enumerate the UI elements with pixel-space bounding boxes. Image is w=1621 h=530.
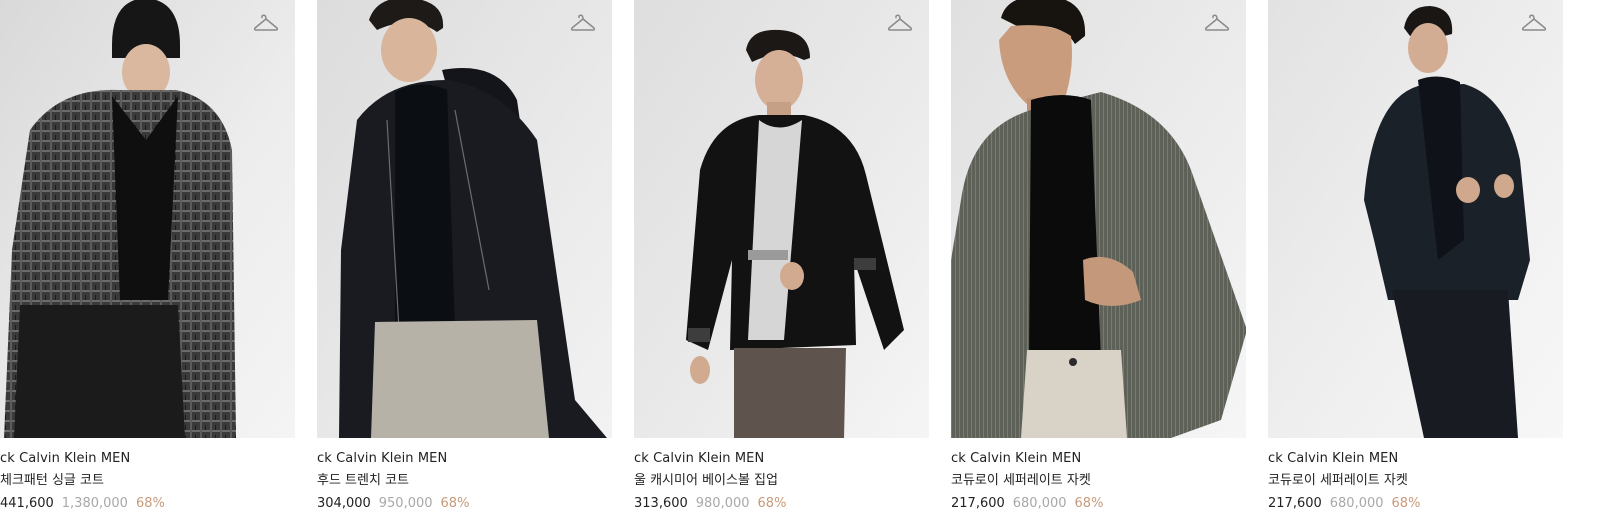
hanger-icon[interactable] xyxy=(887,12,913,34)
product-price-row: 217,600 680,000 68% xyxy=(1268,496,1420,512)
original-price: 680,000 xyxy=(1012,496,1067,511)
product-photo xyxy=(634,0,929,438)
product-price-row: 441,600 1,380,000 68% xyxy=(0,496,165,512)
product-name[interactable]: 후드 트렌치 코트 xyxy=(317,473,409,489)
original-price: 680,000 xyxy=(1329,496,1384,511)
sale-price: 304,000 xyxy=(317,496,371,511)
product-photo xyxy=(951,0,1246,438)
original-price: 980,000 xyxy=(695,496,750,511)
product-card[interactable]: ck Calvin Klein MEN 후드 트렌치 코트 304,000 950… xyxy=(317,0,612,530)
sale-price: 217,600 xyxy=(951,496,1005,511)
hanger-icon[interactable] xyxy=(570,12,596,34)
product-brand[interactable]: ck Calvin Klein MEN xyxy=(1268,451,1398,467)
product-name[interactable]: 체크패턴 싱글 코트 xyxy=(0,473,104,489)
product-image[interactable] xyxy=(951,0,1246,438)
product-brand[interactable]: ck Calvin Klein MEN xyxy=(317,451,447,467)
discount-rate: 68% xyxy=(1074,496,1104,511)
product-card[interactable]: ck Calvin Klein MEN 코듀로이 세퍼레이트 자켓 217,60… xyxy=(951,0,1246,530)
sale-price: 441,600 xyxy=(0,496,54,511)
product-card[interactable]: ck Calvin Klein MEN 울 캐시미어 베이스볼 집업 313,6… xyxy=(634,0,929,530)
product-brand[interactable]: ck Calvin Klein MEN xyxy=(951,451,1081,467)
product-brand[interactable]: ck Calvin Klein MEN xyxy=(0,451,130,467)
sale-price: 217,600 xyxy=(1268,496,1322,511)
hanger-icon[interactable] xyxy=(253,12,279,34)
discount-rate: 68% xyxy=(135,496,165,511)
sale-price: 313,600 xyxy=(634,496,688,511)
hanger-icon[interactable] xyxy=(1204,12,1230,34)
product-name[interactable]: 코듀로이 세퍼레이트 자켓 xyxy=(951,473,1091,489)
product-image[interactable] xyxy=(634,0,929,438)
product-grid: ck Calvin Klein MEN 체크패턴 싱글 코트 441,600 1,… xyxy=(0,0,1621,530)
discount-rate: 68% xyxy=(757,496,787,511)
product-brand[interactable]: ck Calvin Klein MEN xyxy=(634,451,764,467)
product-price-row: 304,000 950,000 68% xyxy=(317,496,469,512)
product-card[interactable]: ck Calvin Klein MEN 체크패턴 싱글 코트 441,600 1,… xyxy=(0,0,295,530)
discount-rate: 68% xyxy=(1391,496,1421,511)
product-name[interactable]: 코듀로이 세퍼레이트 자켓 xyxy=(1268,473,1408,489)
product-name[interactable]: 울 캐시미어 베이스볼 집업 xyxy=(634,473,778,489)
product-card[interactable]: ck Calvin Klein MEN 코듀로이 세퍼레이트 자켓 217,60… xyxy=(1268,0,1563,530)
product-photo xyxy=(317,0,612,438)
hanger-icon[interactable] xyxy=(1521,12,1547,34)
product-photo xyxy=(0,0,295,438)
product-price-row: 217,600 680,000 68% xyxy=(951,496,1103,512)
original-price: 1,380,000 xyxy=(61,496,128,511)
original-price: 950,000 xyxy=(378,496,433,511)
product-image[interactable] xyxy=(1268,0,1563,438)
product-photo xyxy=(1268,0,1563,438)
discount-rate: 68% xyxy=(440,496,470,511)
product-price-row: 313,600 980,000 68% xyxy=(634,496,786,512)
product-image[interactable] xyxy=(0,0,295,438)
product-image[interactable] xyxy=(317,0,612,438)
